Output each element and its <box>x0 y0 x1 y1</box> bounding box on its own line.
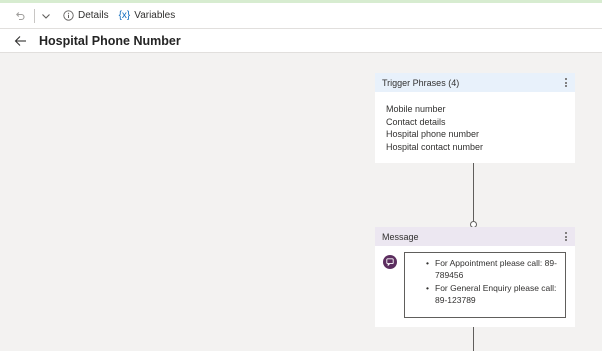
chat-bubble-icon <box>383 255 397 269</box>
trigger-phrase-list: Mobile number Contact details Hospital p… <box>375 92 575 153</box>
page-header: Hospital Phone Number <box>0 29 602 53</box>
undo-icon <box>16 11 25 20</box>
trigger-phrases-node[interactable]: Trigger Phrases (4) Mobile number Contac… <box>375 73 575 163</box>
message-node-header: Message <box>375 227 575 246</box>
message-bullet-list: • For Appointment please call: 89- 78945… <box>405 257 559 306</box>
page-title: Hospital Phone Number <box>39 33 181 48</box>
more-icon <box>565 232 567 235</box>
back-button[interactable] <box>14 35 27 47</box>
message-text-box[interactable]: • For Appointment please call: 89- 78945… <box>404 252 566 318</box>
message-more-options-button[interactable] <box>565 232 567 242</box>
toolbar: Details {x} Variables <box>0 3 602 29</box>
undo-dropdown-button[interactable] <box>41 11 51 21</box>
connector-line <box>473 163 474 221</box>
trigger-phrase: Mobile number <box>386 104 446 114</box>
details-label: Details <box>78 10 109 21</box>
variables-icon: {x} <box>118 10 131 21</box>
message-body: • For Appointment please call: 89- 78945… <box>375 246 575 327</box>
trigger-phrase: Contact details <box>386 116 446 127</box>
more-icon <box>565 78 567 81</box>
trigger-node-title: Trigger Phrases (4) <box>382 77 460 88</box>
message-node-title: Message <box>382 231 419 242</box>
connector-line <box>473 327 474 351</box>
trigger-more-options-button[interactable] <box>565 78 567 88</box>
variables-button[interactable]: {x} Variables <box>119 10 176 21</box>
back-arrow-icon <box>14 35 26 46</box>
info-icon <box>63 10 74 21</box>
toolbar-divider <box>34 8 35 23</box>
details-button[interactable]: Details <box>63 10 109 21</box>
trigger-node-header: Trigger Phrases (4) <box>375 73 575 92</box>
chevron-down-icon <box>42 13 50 19</box>
message-node[interactable]: Message • For Appointment please call: 8… <box>375 227 575 327</box>
trigger-phrase: Hospital contact number <box>386 141 484 152</box>
undo-button[interactable] <box>14 10 26 22</box>
trigger-phrase: Hospital phone number <box>386 129 480 139</box>
variables-label: Variables <box>134 10 176 21</box>
authoring-canvas[interactable]: Trigger Phrases (4) Mobile number Contac… <box>0 54 602 351</box>
message-bullet: • For General Enquiry please call: 89-12… <box>426 283 557 305</box>
message-bullet: • For Appointment please call: 89- 78945… <box>426 258 557 280</box>
